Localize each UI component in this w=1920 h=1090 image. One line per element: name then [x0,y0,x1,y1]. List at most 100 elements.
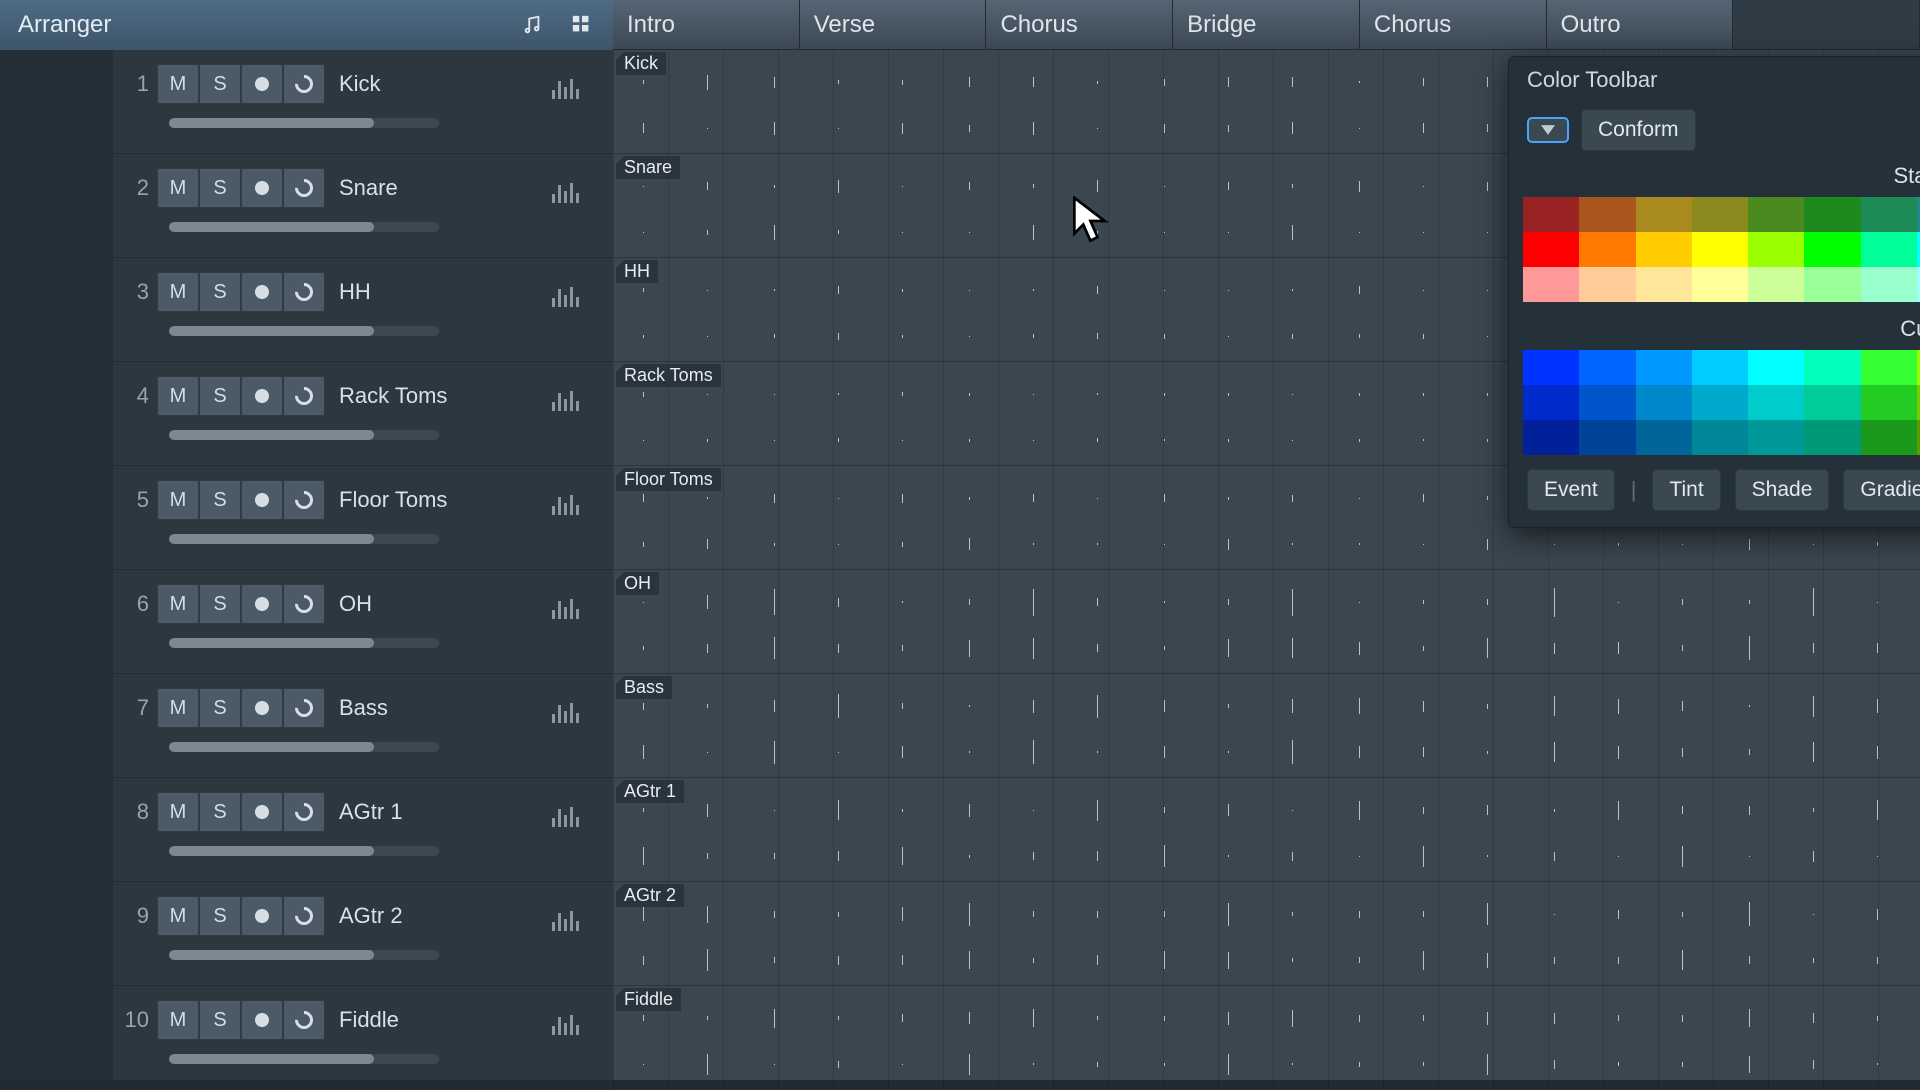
track-row[interactable]: 1 M S Kick [0,50,613,154]
color-swatch[interactable] [1804,267,1860,302]
solo-button[interactable]: S [199,688,241,728]
track-row[interactable]: 2 M S Snare [0,154,613,258]
solo-button[interactable]: S [199,480,241,520]
gradient-button[interactable]: Gradient [1843,469,1920,511]
waveform-icon[interactable] [552,909,579,931]
color-swatch[interactable] [1692,267,1748,302]
color-swatch[interactable] [1804,232,1860,267]
track-name[interactable]: Kick [339,71,381,97]
pan-knob[interactable] [283,792,325,832]
color-swatch[interactable] [1523,197,1579,232]
mute-button[interactable]: M [157,376,199,416]
track-row[interactable]: 4 M S Rack Toms [0,362,613,466]
waveform-icon[interactable] [552,701,579,723]
track-row[interactable]: 6 M S OH [0,570,613,674]
color-swatch[interactable] [1523,420,1579,455]
solo-button[interactable]: S [199,1000,241,1040]
track-name[interactable]: Snare [339,175,398,201]
mute-button[interactable]: M [157,1000,199,1040]
mute-button[interactable]: M [157,480,199,520]
track-row[interactable]: 10 M S Fiddle [0,986,613,1080]
solo-button[interactable]: S [199,896,241,936]
pan-knob[interactable] [283,688,325,728]
mute-button[interactable]: M [157,584,199,624]
mute-button[interactable]: M [157,688,199,728]
pan-knob[interactable] [283,1000,325,1040]
track-row[interactable]: 9 M S AGtr 2 [0,882,613,986]
section-marker[interactable]: Outro [1547,0,1734,49]
track-name[interactable]: Bass [339,695,388,721]
track-name[interactable]: OH [339,591,372,617]
track-name[interactable]: AGtr 1 [339,799,403,825]
pan-knob[interactable] [283,376,325,416]
waveform-icon[interactable] [552,285,579,307]
arrange-lane[interactable]: OH [613,570,1920,674]
track-row[interactable]: 7 M S Bass [0,674,613,778]
waveform-icon[interactable] [552,597,579,619]
track-name[interactable]: AGtr 2 [339,903,403,929]
arrange-lane[interactable]: AGtr 1 [613,778,1920,882]
color-swatch[interactable] [1748,267,1804,302]
tint-button[interactable]: Tint [1652,469,1720,511]
color-swatch[interactable] [1861,197,1917,232]
track-name[interactable]: HH [339,279,371,305]
record-arm-button[interactable] [241,584,283,624]
section-marker[interactable]: Intro [613,0,800,49]
solo-button[interactable]: S [199,792,241,832]
waveform-icon[interactable] [552,77,579,99]
color-swatch[interactable] [1579,385,1635,420]
section-marker[interactable]: Verse [800,0,987,49]
section-marker[interactable]: Chorus [1360,0,1547,49]
volume-slider[interactable] [169,846,439,856]
marker-bar[interactable]: IntroVerseChorusBridgeChorusOutro [613,0,1920,50]
section-marker[interactable] [1733,0,1920,49]
record-arm-button[interactable] [241,168,283,208]
color-swatch[interactable] [1523,350,1579,385]
color-swatch[interactable] [1579,267,1635,302]
color-swatch[interactable] [1692,232,1748,267]
record-arm-button[interactable] [241,1000,283,1040]
color-swatch[interactable] [1579,197,1635,232]
color-swatch[interactable] [1748,350,1804,385]
volume-slider[interactable] [169,222,439,232]
music-note-icon[interactable] [519,12,545,38]
pan-knob[interactable] [283,272,325,312]
color-swatch[interactable] [1579,350,1635,385]
volume-slider[interactable] [169,638,439,648]
color-swatch[interactable] [1636,350,1692,385]
color-swatch[interactable] [1804,350,1860,385]
arrange-lane[interactable]: Fiddle [613,986,1920,1090]
record-arm-button[interactable] [241,64,283,104]
solo-button[interactable]: S [199,64,241,104]
record-arm-button[interactable] [241,792,283,832]
event-button[interactable]: Event [1527,469,1615,511]
section-marker[interactable]: Bridge [1173,0,1360,49]
color-swatch[interactable] [1523,385,1579,420]
arrange-lane[interactable]: Bass [613,674,1920,778]
waveform-icon[interactable] [552,389,579,411]
color-swatch[interactable] [1804,420,1860,455]
color-swatch[interactable] [1804,385,1860,420]
color-swatch[interactable] [1861,350,1917,385]
waveform-icon[interactable] [552,1013,579,1035]
pan-knob[interactable] [283,168,325,208]
volume-slider[interactable] [169,430,439,440]
color-swatch[interactable] [1636,420,1692,455]
conform-button[interactable]: Conform [1581,109,1696,151]
track-name[interactable]: Floor Toms [339,487,447,513]
mute-button[interactable]: M [157,896,199,936]
color-swatch[interactable] [1861,232,1917,267]
color-swatch[interactable] [1804,197,1860,232]
color-swatch[interactable] [1692,420,1748,455]
record-arm-button[interactable] [241,376,283,416]
solo-button[interactable]: S [199,168,241,208]
waveform-icon[interactable] [552,181,579,203]
track-name[interactable]: Fiddle [339,1007,399,1033]
volume-slider[interactable] [169,118,439,128]
arrange-lane[interactable]: AGtr 2 [613,882,1920,986]
volume-slider[interactable] [169,950,439,960]
waveform-icon[interactable] [552,493,579,515]
mute-button[interactable]: M [157,272,199,312]
color-swatch[interactable] [1692,350,1748,385]
color-swatch[interactable] [1692,385,1748,420]
